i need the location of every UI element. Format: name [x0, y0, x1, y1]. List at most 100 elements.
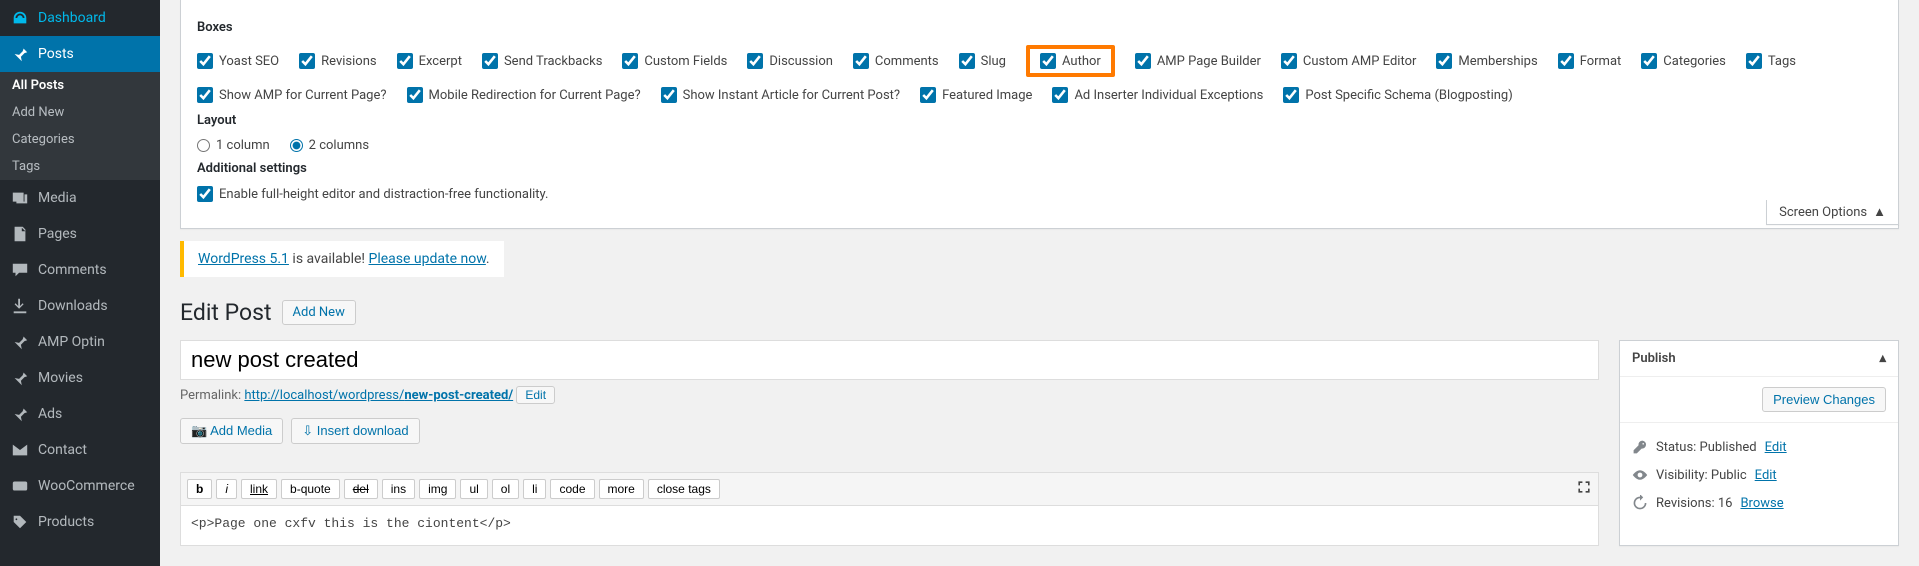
- cb-input[interactable]: [1281, 53, 1297, 69]
- layout-heading: Layout: [197, 113, 1882, 128]
- qt-b[interactable]: b: [187, 479, 212, 499]
- cb-categories[interactable]: Categories: [1641, 53, 1726, 69]
- cb-excerpt[interactable]: Excerpt: [397, 53, 462, 69]
- cb-format[interactable]: Format: [1558, 53, 1622, 69]
- update-now-link[interactable]: Please update now: [369, 251, 486, 267]
- publish-box-header[interactable]: Publish ▴: [1620, 341, 1898, 377]
- add-media-button[interactable]: 📷 Add Media: [180, 418, 283, 444]
- cb-input[interactable]: [1283, 87, 1299, 103]
- editor-textarea[interactable]: <p>Page one cxfv this is the ciontent</p…: [180, 506, 1599, 546]
- status-row: Status: Published Edit: [1632, 433, 1886, 461]
- cb-input[interactable]: [1052, 87, 1068, 103]
- submenu-all-posts[interactable]: All Posts: [0, 72, 160, 99]
- qt-ul[interactable]: ul: [460, 479, 487, 499]
- cb-yoast-seo[interactable]: Yoast SEO: [197, 53, 279, 69]
- qt-bquote[interactable]: b-quote: [281, 479, 340, 499]
- edit-visibility-link[interactable]: Edit: [1755, 468, 1777, 483]
- cb-instant-article[interactable]: Show Instant Article for Current Post?: [661, 87, 900, 103]
- fullscreen-icon[interactable]: [1576, 479, 1592, 499]
- cb-input[interactable]: [661, 87, 677, 103]
- cb-input[interactable]: [747, 53, 763, 69]
- cb-input[interactable]: [1746, 53, 1762, 69]
- insert-download-button[interactable]: ⇩ Insert download: [291, 418, 419, 444]
- submenu-add-new[interactable]: Add New: [0, 99, 160, 126]
- cb-featured-image[interactable]: Featured Image: [920, 87, 1032, 103]
- sidebar-item-comments[interactable]: Comments: [0, 252, 160, 288]
- radio-input[interactable]: [197, 139, 210, 152]
- cb-input[interactable]: [407, 87, 423, 103]
- cb-input[interactable]: [299, 53, 315, 69]
- cb-input[interactable]: [1040, 53, 1056, 69]
- radio-2-columns[interactable]: 2 columns: [290, 138, 369, 153]
- add-new-button[interactable]: Add New: [282, 300, 356, 325]
- qt-code[interactable]: code: [550, 479, 594, 499]
- radio-1-column[interactable]: 1 column: [197, 138, 270, 153]
- sidebar-item-amp-optin[interactable]: AMP Optin: [0, 324, 160, 360]
- cb-send-trackbacks[interactable]: Send Trackbacks: [482, 53, 602, 69]
- qt-link[interactable]: link: [241, 479, 277, 499]
- admin-sidebar: Dashboard Posts All Posts Add New Catego…: [0, 0, 160, 566]
- cb-input[interactable]: [397, 53, 413, 69]
- cb-post-schema[interactable]: Post Specific Schema (Blogposting): [1283, 87, 1512, 103]
- cb-input[interactable]: [197, 186, 213, 202]
- preview-changes-button[interactable]: Preview Changes: [1762, 387, 1886, 412]
- qt-ol[interactable]: ol: [492, 479, 519, 499]
- sidebar-item-ads[interactable]: Ads: [0, 396, 160, 432]
- cb-mobile-redirection[interactable]: Mobile Redirection for Current Page?: [407, 87, 641, 103]
- qt-del[interactable]: del: [344, 479, 378, 499]
- sidebar-item-contact[interactable]: Contact: [0, 432, 160, 468]
- cb-comments[interactable]: Comments: [853, 53, 939, 69]
- cb-input[interactable]: [1436, 53, 1452, 69]
- cb-tags[interactable]: Tags: [1746, 53, 1796, 69]
- qt-ins[interactable]: ins: [382, 479, 415, 499]
- qt-i[interactable]: i: [216, 479, 237, 499]
- submenu-tags[interactable]: Tags: [0, 153, 160, 180]
- cb-input[interactable]: [853, 53, 869, 69]
- cb-ad-inserter[interactable]: Ad Inserter Individual Exceptions: [1052, 87, 1263, 103]
- screen-options-toggle[interactable]: Screen Options ▲: [1766, 200, 1899, 225]
- sidebar-item-products[interactable]: Products: [0, 504, 160, 540]
- cb-show-amp[interactable]: Show AMP for Current Page?: [197, 87, 387, 103]
- cb-input[interactable]: [482, 53, 498, 69]
- cb-discussion[interactable]: Discussion: [747, 53, 833, 69]
- cb-full-height-editor[interactable]: Enable full-height editor and distractio…: [197, 186, 548, 202]
- radio-input[interactable]: [290, 139, 303, 152]
- cb-input[interactable]: [920, 87, 936, 103]
- sidebar-item-media[interactable]: Media: [0, 180, 160, 216]
- qt-more[interactable]: more: [599, 479, 644, 499]
- cb-slug[interactable]: Slug: [959, 53, 1006, 69]
- edit-status-link[interactable]: Edit: [1765, 440, 1787, 455]
- cb-memberships[interactable]: Memberships: [1436, 53, 1537, 69]
- cb-custom-fields[interactable]: Custom Fields: [622, 53, 727, 69]
- browse-revisions-link[interactable]: Browse: [1740, 496, 1783, 511]
- cb-input[interactable]: [1641, 53, 1657, 69]
- sidebar-item-movies[interactable]: Movies: [0, 360, 160, 396]
- cb-author[interactable]: Author: [1026, 45, 1115, 77]
- cb-custom-amp-editor[interactable]: Custom AMP Editor: [1281, 53, 1416, 69]
- cb-input[interactable]: [959, 53, 975, 69]
- cb-input[interactable]: [197, 87, 213, 103]
- sidebar-item-downloads[interactable]: Downloads: [0, 288, 160, 324]
- publish-box: Publish ▴ Preview Changes Status: Publis…: [1619, 340, 1899, 546]
- wp-version-link[interactable]: WordPress 5.1: [198, 251, 289, 267]
- sidebar-item-dashboard[interactable]: Dashboard: [0, 0, 160, 36]
- sidebar-item-woocommerce[interactable]: WooCommerce: [0, 468, 160, 504]
- qt-li[interactable]: li: [523, 479, 546, 499]
- sidebar-item-posts[interactable]: Posts: [0, 36, 160, 72]
- qt-close-tags[interactable]: close tags: [648, 479, 720, 499]
- cb-amp-page-builder[interactable]: AMP Page Builder: [1135, 53, 1261, 69]
- cb-input[interactable]: [622, 53, 638, 69]
- cb-revisions[interactable]: Revisions: [299, 53, 376, 69]
- sidebar-label: Downloads: [38, 298, 108, 314]
- permalink-link[interactable]: http://localhost/wordpress/new-post-crea…: [244, 388, 513, 403]
- sidebar-item-pages[interactable]: Pages: [0, 216, 160, 252]
- edit-permalink-button[interactable]: Edit: [516, 386, 555, 404]
- cb-input[interactable]: [1135, 53, 1151, 69]
- cb-input[interactable]: [1558, 53, 1574, 69]
- boxes-row-1: Yoast SEO Revisions Excerpt Send Trackba…: [197, 45, 1882, 77]
- cb-input[interactable]: [197, 53, 213, 69]
- post-title-input[interactable]: [180, 340, 1599, 380]
- qt-img[interactable]: img: [419, 479, 456, 499]
- submenu-categories[interactable]: Categories: [0, 126, 160, 153]
- revisions-row: Revisions: 16 Browse: [1632, 489, 1886, 517]
